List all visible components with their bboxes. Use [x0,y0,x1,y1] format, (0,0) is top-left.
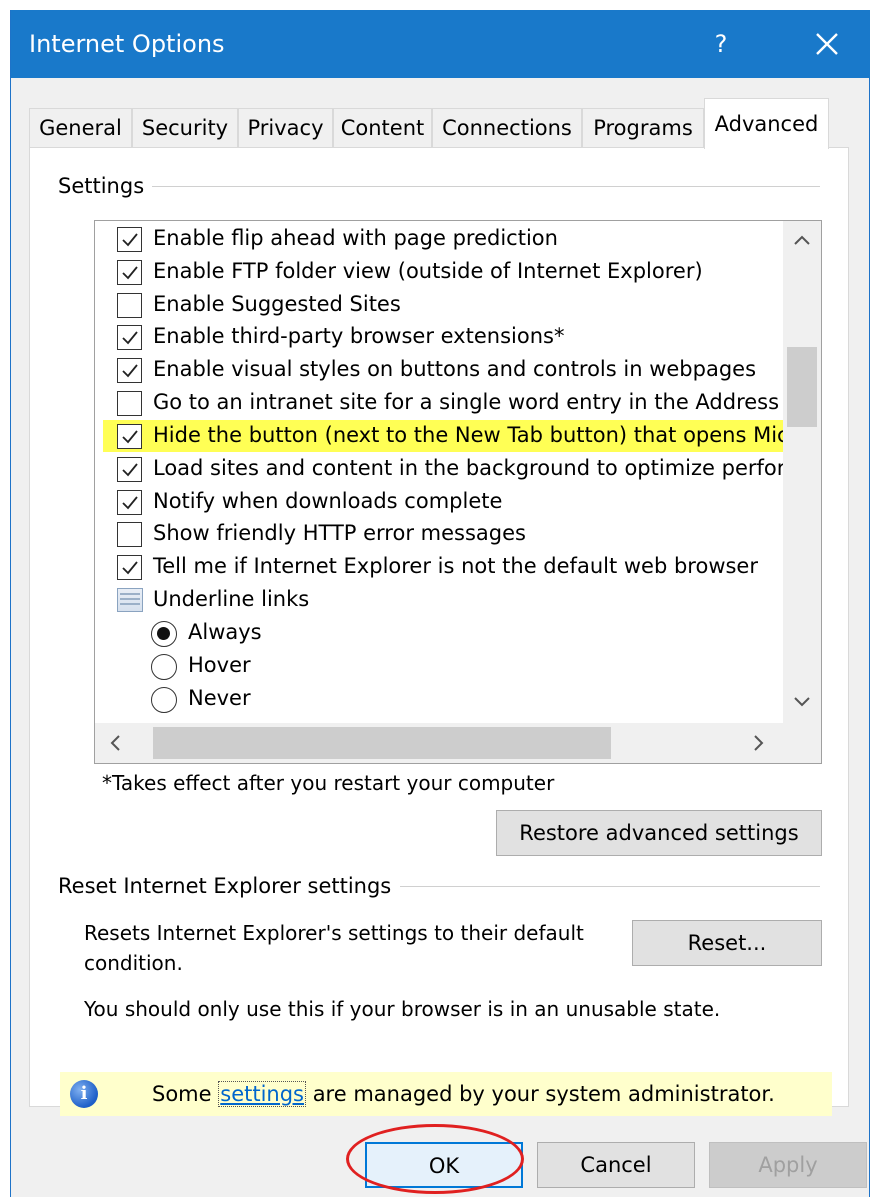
info-text-after: are managed by your system administrator… [312,1082,775,1106]
checkmark-icon [122,233,138,247]
list-item[interactable]: Enable visual styles on buttons and cont… [95,354,783,386]
list-item[interactable]: Show friendly HTTP error messages [95,518,783,550]
checkmark-icon [122,331,138,345]
list-item[interactable]: Enable third-party browser extensions* [95,321,783,353]
checkbox[interactable] [117,260,142,285]
checkmark-icon [122,496,138,510]
vertical-scroll-thumb[interactable] [787,347,817,427]
list-item-label: Hide the button (next to the New Tab but… [153,423,783,447]
checkmark-icon [122,430,138,444]
horizontal-scroll-thumb[interactable] [153,727,611,759]
list-item-label: Enable FTP folder view (outside of Inter… [153,259,703,283]
tab-content[interactable]: Content [333,108,432,148]
radio-button[interactable] [151,654,177,680]
tab-general[interactable]: General [29,108,132,148]
horizontal-scrollbar[interactable] [95,723,821,763]
restart-note: *Takes effect after you restart your com… [102,771,555,795]
close-button[interactable] [797,10,857,78]
reset-warning: You should only use this if your browser… [84,997,721,1021]
list-item-label: Show friendly HTTP error messages [153,521,526,545]
tab-privacy[interactable]: Privacy [238,108,333,148]
list-item[interactable]: Enable FTP folder view (outside of Inter… [95,256,783,288]
list-category: Underline links [95,584,783,616]
reset-button[interactable]: Reset... [632,920,822,966]
reset-description: Resets Internet Explorer's settings to t… [84,921,584,975]
info-icon: i [70,1080,98,1108]
chevron-left-icon [110,735,120,751]
scroll-up-button[interactable] [783,221,821,259]
checkmark-icon [122,364,138,378]
list-item[interactable]: Enable Suggested Sites [95,289,783,321]
category-label: Underline links [153,587,310,611]
category-icon [117,588,143,612]
checkbox[interactable] [117,424,142,449]
list-item[interactable]: Always [95,617,783,649]
ok-button[interactable]: OK [365,1142,523,1188]
scroll-right-button[interactable] [739,724,777,762]
list-item[interactable]: Load sites and content in the background… [95,453,783,485]
list-item[interactable]: Tell me if Internet Explorer is not the … [95,551,783,583]
checkbox[interactable] [117,522,142,547]
restore-advanced-settings-button[interactable]: Restore advanced settings [496,810,822,856]
settings-list: Enable flip ahead with page prediction E… [95,221,783,723]
checkmark-icon [122,561,138,575]
radio-button[interactable] [151,621,177,647]
list-item[interactable]: Enable flip ahead with page prediction [95,223,783,255]
chevron-up-icon [794,235,810,245]
list-item-label: Enable visual styles on buttons and cont… [153,357,757,381]
reset-group-divider [400,886,820,887]
list-item[interactable]: Notify when downloads complete [95,486,783,518]
checkbox[interactable] [117,293,142,318]
settings-link[interactable]: settings [218,1081,306,1107]
tab-security[interactable]: Security [132,108,238,148]
info-message: Some settings are managed by your system… [152,1081,775,1107]
reset-group-label: Reset Internet Explorer settings [58,874,400,898]
chevron-right-icon [754,735,764,751]
list-item[interactable]: Never [95,683,783,715]
apply-button[interactable]: Apply [709,1142,867,1188]
list-item[interactable]: Hover [95,650,783,682]
list-item-label: Enable Suggested Sites [153,292,401,316]
list-item-label: Hover [188,653,251,677]
chevron-down-icon [794,697,810,707]
list-item-label: Notify when downloads complete [153,489,503,513]
list-item-label: Load sites and content in the background… [153,456,783,480]
tab-programs[interactable]: Programs [582,108,704,148]
close-icon [816,33,838,55]
list-item-label: Enable third-party browser extensions* [153,324,565,348]
admin-info-bar: i Some settings are managed by your syst… [60,1072,832,1116]
advanced-tab-panel: Settings Enable flip ahead with page pre… [29,147,849,1116]
list-item-label: Enable flip ahead with page prediction [153,226,558,250]
tab-advanced[interactable]: Advanced [704,98,829,149]
list-item-highlighted[interactable]: Hide the button (next to the New Tab but… [103,420,783,452]
cancel-button[interactable]: Cancel [537,1142,695,1188]
internet-options-window: Internet Options ? General Security Priv… [10,10,870,1197]
settings-group-divider [130,186,820,187]
window-title: Internet Options [29,30,225,58]
checkmark-icon [122,266,138,280]
checkbox[interactable] [117,555,142,580]
checkbox[interactable] [117,490,142,515]
checkbox[interactable] [117,391,142,416]
info-text-before: Some [152,1082,212,1106]
list-item-label: Always [188,620,262,644]
settings-listbox[interactable]: Enable flip ahead with page prediction E… [94,220,822,764]
list-item-label: Go to an intranet site for a single word… [153,390,780,414]
checkbox[interactable] [117,358,142,383]
list-item-label: Never [188,686,251,710]
settings-group-label: Settings [58,174,153,198]
list-item[interactable]: Go to an intranet site for a single word… [95,387,783,419]
title-bar: Internet Options ? [11,10,870,78]
checkmark-icon [122,463,138,477]
checkbox[interactable] [117,325,142,350]
scroll-left-button[interactable] [97,724,135,762]
scroll-down-button[interactable] [783,683,821,721]
tab-connections[interactable]: Connections [432,108,582,148]
help-button[interactable]: ? [691,10,751,78]
checkbox[interactable] [117,227,142,252]
vertical-scrollbar[interactable] [783,221,821,723]
checkbox[interactable] [117,457,142,482]
list-item-label: Tell me if Internet Explorer is not the … [153,554,758,578]
radio-button[interactable] [151,687,177,713]
